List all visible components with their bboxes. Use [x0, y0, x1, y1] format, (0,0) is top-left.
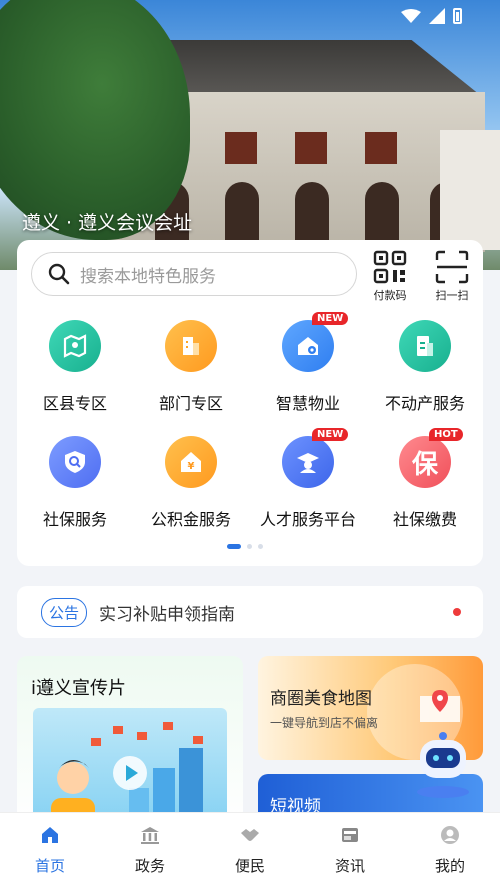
service-smart-property[interactable]: NEW 智慧物业 [250, 312, 366, 414]
house-yen-icon: ¥ [181, 452, 201, 472]
notice-tag: 公告 [41, 597, 88, 627]
video-thumbnail[interactable] [33, 708, 227, 826]
notice-text: 实习补贴申领指南 [99, 604, 236, 625]
nav-profile[interactable]: 我的 [400, 813, 500, 888]
wifi-icon [401, 9, 421, 23]
service-social-payment[interactable]: 保 HOT 社保缴费 [367, 428, 483, 530]
government-icon [141, 827, 159, 844]
shield-search-icon [65, 451, 85, 473]
service-social-security[interactable]: 社保服务 [17, 436, 133, 530]
hero-caption: 遵义 · 遵义会议会址 [22, 212, 193, 234]
nav-convenience[interactable]: 便民 [200, 813, 300, 888]
promo-food-subtitle: 一键导航到店不偏离 [270, 716, 379, 730]
hot-badge: HOT [429, 428, 463, 441]
service-card: 搜索本地特色服务 付款码 扫一扫 区县专区 部门专区 NEW 智慧物业 不动产服… [17, 240, 483, 566]
home-icon [42, 827, 58, 843]
nav-government[interactable]: 政务 [100, 813, 200, 888]
page-indicator [227, 544, 263, 549]
notice-bar[interactable]: 公告 实习补贴申领指南 [17, 586, 483, 638]
search-placeholder: 搜索本地特色服务 [80, 266, 216, 287]
nav-news[interactable]: 资讯 [300, 813, 400, 888]
payment-code-button[interactable]: 付款码 [365, 250, 415, 303]
handshake-icon [241, 829, 259, 841]
map-icon [63, 334, 87, 358]
search-input[interactable]: 搜索本地特色服务 [31, 252, 357, 296]
smart-property-icon [298, 337, 318, 355]
building-icon [183, 337, 199, 355]
search-icon [48, 263, 70, 285]
promo-video-card[interactable]: i遵义宣传片 [17, 656, 243, 826]
assistant-robot-icon[interactable] [412, 728, 474, 800]
scan-button[interactable]: 扫一扫 [427, 250, 477, 303]
bottom-nav: 首页 政务 便民 资讯 我的 [0, 812, 500, 888]
qr-code-icon [373, 250, 407, 284]
service-department[interactable]: 部门专区 [133, 320, 249, 414]
status-bar [401, 8, 462, 24]
battery-icon [453, 8, 462, 24]
hero-banner[interactable]: 遵义 · 遵义会议会址 [0, 0, 500, 270]
property-doc-icon [417, 336, 433, 356]
profile-icon [441, 826, 459, 844]
signal-icon [429, 8, 445, 24]
promo-video-title: i遵义宣传片 [31, 678, 127, 699]
service-talent-platform[interactable]: NEW 人才服务平台 [250, 428, 366, 530]
bao-icon: 保 [411, 449, 438, 480]
new-badge: NEW [312, 312, 349, 325]
svg-text:¥: ¥ [188, 461, 195, 472]
graduate-icon [297, 453, 319, 473]
service-housing-fund[interactable]: ¥ 公积金服务 [133, 436, 249, 530]
service-district[interactable]: 区县专区 [17, 320, 133, 414]
map-pin-icon [420, 690, 460, 722]
nav-home[interactable]: 首页 [0, 813, 100, 888]
new-badge: NEW [312, 428, 349, 441]
news-icon [342, 828, 358, 842]
scan-icon [435, 250, 469, 284]
unread-dot [453, 608, 461, 616]
play-icon[interactable] [113, 756, 147, 790]
service-real-estate[interactable]: 不动产服务 [367, 320, 483, 414]
promo-food-title: 商圈美食地图 [270, 689, 372, 709]
